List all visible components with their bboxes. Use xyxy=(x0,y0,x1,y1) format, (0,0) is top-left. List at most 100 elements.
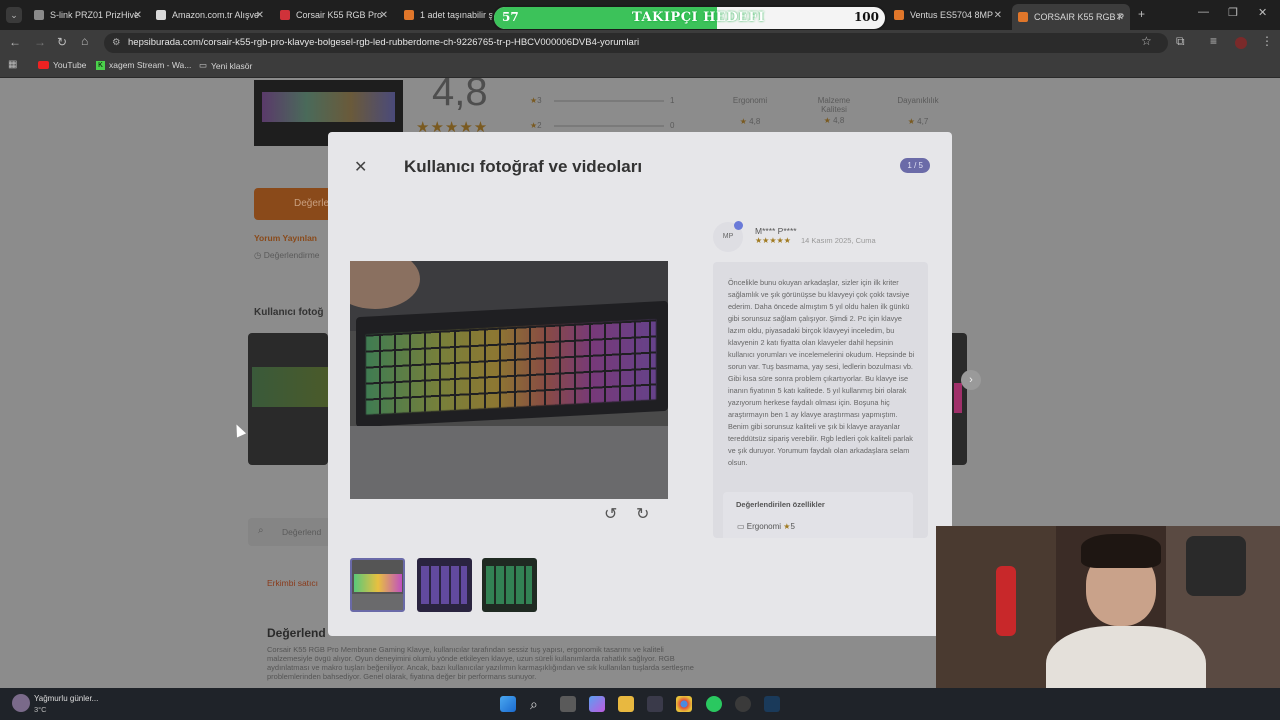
bookmark-youtube[interactable]: YouTube xyxy=(38,60,86,70)
close-tab-icon[interactable]: ✕ xyxy=(380,10,388,21)
weather-icon[interactable] xyxy=(12,694,30,712)
tab-1[interactable]: S-link PRZ01 PrizHive ✕ xyxy=(28,4,148,26)
review-date: 14 Kasım 2025, Cuma xyxy=(801,236,876,245)
tab-6[interactable]: Ventus ES5704 8MP ✕ xyxy=(888,4,1008,26)
bookmark-label: Yeni klasör xyxy=(211,60,253,71)
review-photo[interactable] xyxy=(350,261,668,499)
kick-icon: K xyxy=(96,60,105,70)
home-icon[interactable]: ⌂ xyxy=(81,34,88,48)
user-photo-preview-right[interactable] xyxy=(950,333,967,465)
youtube-icon xyxy=(38,61,49,69)
bookmark-label: YouTube xyxy=(53,60,87,70)
ai-summary-text: Corsair K55 RGB Pro Membrane Gaming Klav… xyxy=(267,645,694,681)
app-icon[interactable] xyxy=(735,696,751,712)
url-input[interactable]: ⚙ hepsiburada.com/corsair-k55-rgb-pro-kl… xyxy=(104,33,1168,53)
tab-search-button[interactable]: ⌄ xyxy=(6,7,22,23)
close-window-icon[interactable]: ✕ xyxy=(1258,6,1267,19)
new-tab-icon[interactable]: + xyxy=(1138,7,1145,21)
thumbnail-1[interactable] xyxy=(350,558,405,612)
tab-active[interactable]: CORSAIR K55 RGB P ✕ xyxy=(1012,4,1130,30)
extensions-icon[interactable]: ⧉ xyxy=(1176,34,1185,49)
rotate-right-icon[interactable]: ↻ xyxy=(636,504,649,524)
forward-icon[interactable]: → xyxy=(34,35,46,49)
apps-grid-icon[interactable]: ▦ xyxy=(8,59,17,70)
review-button[interactable]: Değerlendir xyxy=(254,188,346,220)
published-label: Yorum Yayınlan xyxy=(254,233,317,243)
carousel-next-button[interactable]: › xyxy=(961,370,981,390)
windows-start-icon[interactable] xyxy=(500,696,516,712)
keyboard-thumbnail xyxy=(262,92,395,122)
tab-favicon xyxy=(156,10,166,20)
user-photo-preview[interactable] xyxy=(248,333,328,465)
rotate-left-icon[interactable]: ↺ xyxy=(604,504,617,524)
features-title: Değerlendirilen özellikler xyxy=(736,500,825,509)
hair xyxy=(1081,534,1161,568)
chair xyxy=(1186,536,1246,596)
tab-favicon xyxy=(34,10,44,20)
tab-label: Ventus ES5704 8MP xyxy=(910,10,994,20)
address-bar: ← → ↻ ⌂ ⚙ hepsiburada.com/corsair-k55-rg… xyxy=(0,30,1280,56)
user-photos-title: Kullanıcı fotoğ xyxy=(254,307,324,318)
whatsapp-icon[interactable] xyxy=(706,696,722,712)
tab-4[interactable]: 1 adet taşınabilir şiş xyxy=(398,4,498,26)
thumbnail-2[interactable] xyxy=(417,558,472,612)
menu-icon[interactable]: ⋮ xyxy=(1261,34,1273,48)
modal-title: Kullanıcı fotoğraf ve videoları xyxy=(404,157,643,176)
bookmark-xagem[interactable]: K xagem Stream - Wa... xyxy=(96,60,191,70)
reload-icon[interactable]: ↻ xyxy=(57,35,67,49)
tab-favicon xyxy=(280,10,290,20)
site-info-icon[interactable]: ⚙ xyxy=(112,33,121,53)
evaluated-features: Değerlendirilen özellikler ▭ Ergonomi ★5 xyxy=(723,492,913,538)
photo-counter-badge: 1 / 5 xyxy=(900,158,930,173)
close-tab-icon[interactable]: ✕ xyxy=(994,10,1002,21)
search-icon[interactable]: ⌕ xyxy=(530,696,546,712)
rating-value: 4,8 xyxy=(432,78,488,114)
follower-goal-target: 100 xyxy=(853,10,879,24)
copilot-icon[interactable] xyxy=(589,696,605,712)
close-tab-icon[interactable]: ✕ xyxy=(1116,12,1124,23)
media-icon[interactable]: ≡ xyxy=(1210,34,1217,48)
tab-3[interactable]: Corsair K55 RGB Pro ✕ xyxy=(274,4,394,26)
maximize-icon[interactable]: ❐ xyxy=(1228,6,1238,19)
close-tab-icon[interactable]: ✕ xyxy=(134,10,142,21)
store-icon[interactable] xyxy=(647,696,663,712)
tab-strip: ⌄ S-link PRZ01 PrizHive ✕ Amazon.com.tr … xyxy=(0,0,1280,31)
follower-goal-current: 57 xyxy=(502,10,519,24)
bookmarks-bar: ▦ YouTube K xagem Stream - Wa... ▭ Yeni … xyxy=(0,56,1280,78)
verified-icon xyxy=(734,221,743,230)
tab-label: CORSAIR K55 RGB P xyxy=(1034,12,1125,22)
tab-2[interactable]: Amazon.com.tr Alışve ✕ xyxy=(150,4,270,26)
search-icon: ⌕ xyxy=(258,525,264,536)
close-icon[interactable]: ✕ xyxy=(354,157,367,177)
reviewer-name: M**** P**** xyxy=(755,226,797,236)
follower-goal-label: TAKIPÇI HEDEFI xyxy=(632,10,765,25)
back-icon[interactable]: ← xyxy=(9,35,21,49)
feature-dayaniklilik: Dayanıklılık ★ 4,7 xyxy=(897,96,939,126)
profile-avatar[interactable] xyxy=(1235,37,1247,49)
file-explorer-icon[interactable] xyxy=(618,696,634,712)
weather-title: Yağmurlu günler... xyxy=(34,694,99,703)
close-tab-icon[interactable]: ✕ xyxy=(256,10,264,21)
chrome-icon[interactable] xyxy=(676,696,692,712)
steam-icon[interactable] xyxy=(764,696,780,712)
folder-icon: ▭ xyxy=(199,60,208,70)
keyboard-in-photo xyxy=(356,300,668,428)
evaluation-title: Değerlend xyxy=(267,626,326,640)
minimize-icon[interactable]: — xyxy=(1198,6,1209,18)
review-search-input[interactable]: ⌕ Değerlend xyxy=(248,518,338,546)
feature-ergonomi: Ergonomi ★ 4,8 xyxy=(732,96,768,126)
tab-favicon xyxy=(1018,12,1028,22)
thumbnail-3[interactable] xyxy=(482,558,537,612)
bookmark-star-icon[interactable]: ☆ xyxy=(1141,34,1152,48)
task-view-icon[interactable] xyxy=(560,696,576,712)
weather-temp: 3°C xyxy=(34,705,47,714)
ergonomics-icon: ▭ xyxy=(737,522,745,531)
review-stars: ★★★★★ xyxy=(755,236,791,245)
bookmark-folder[interactable]: ▭ Yeni klasör xyxy=(199,60,252,71)
taskbar: Yağmurlu günler... 3°C ⌕ xyxy=(0,688,1280,720)
star-row-3: ★3 1 xyxy=(530,96,675,105)
review-hint: ◷ Değerlendirme xyxy=(254,250,320,260)
tab-label: Amazon.com.tr Alışve xyxy=(172,10,260,20)
feature-malzeme: Malzeme Kalitesi ★ 4,8 xyxy=(817,96,851,125)
tab-label: Corsair K55 RGB Pro xyxy=(296,10,383,20)
